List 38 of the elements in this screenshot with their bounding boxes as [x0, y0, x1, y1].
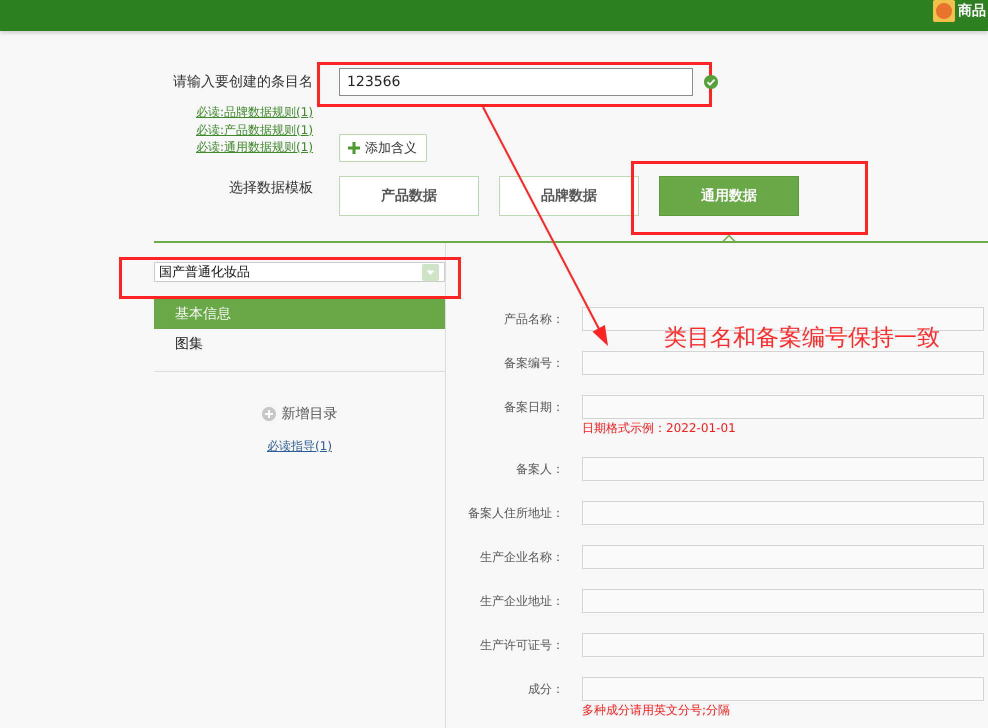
- text-field[interactable]: [582, 545, 984, 569]
- field-label: 生产企业地址：: [479, 593, 564, 610]
- template-option-button[interactable]: 产品数据: [339, 176, 479, 216]
- field-hint: 日期格式示例：2022-01-01: [582, 420, 736, 437]
- text-field[interactable]: [582, 395, 984, 419]
- text-field[interactable]: [582, 457, 984, 481]
- field-label: 成分：: [527, 681, 564, 698]
- field-label: 生产企业名称：: [479, 549, 564, 566]
- field-label: 备案人：: [515, 461, 564, 478]
- text-field[interactable]: [582, 589, 984, 613]
- template-label: 选择数据模板: [229, 179, 313, 198]
- category-select[interactable]: 国产普通化妆品: [154, 262, 445, 282]
- add-meaning-button[interactable]: 添加含义: [339, 134, 427, 162]
- entry-input[interactable]: 123566: [339, 68, 693, 96]
- text-field[interactable]: [582, 501, 984, 525]
- field-label: 备案编号：: [503, 355, 564, 372]
- check-icon: [704, 75, 718, 89]
- sidebar-item[interactable]: 图集: [154, 329, 445, 359]
- entry-label: 请输入要创建的条目名: [173, 73, 313, 92]
- field-label: 备案日期：: [503, 399, 564, 416]
- field-label: 生产许可证号：: [479, 637, 564, 654]
- user-name: 商品: [958, 2, 986, 21]
- rule-link[interactable]: 必读:产品数据规则(1): [196, 122, 313, 139]
- text-field[interactable]: [582, 351, 984, 375]
- annotation-note: 类目名和备案编号保持一致: [664, 324, 940, 353]
- plus-icon: [348, 142, 360, 154]
- field-hint: 多种成分请用英文分号;分隔: [582, 702, 730, 719]
- add-directory-button[interactable]: 新增目录: [262, 404, 338, 424]
- rule-link[interactable]: 必读:品牌数据规则(1): [196, 104, 313, 122]
- field-label: 备案人住所地址：: [467, 505, 564, 522]
- template-option-button[interactable]: 品牌数据: [499, 176, 639, 216]
- text-field[interactable]: [582, 633, 984, 657]
- plus-circle-icon: [262, 407, 276, 421]
- avatar-icon: [933, 0, 955, 22]
- field-label: 产品名称：: [503, 311, 564, 328]
- guide-link[interactable]: 必读指导(1): [267, 437, 332, 455]
- rule-link[interactable]: 必读:通用数据规则(1): [196, 139, 313, 156]
- text-field[interactable]: [582, 677, 984, 701]
